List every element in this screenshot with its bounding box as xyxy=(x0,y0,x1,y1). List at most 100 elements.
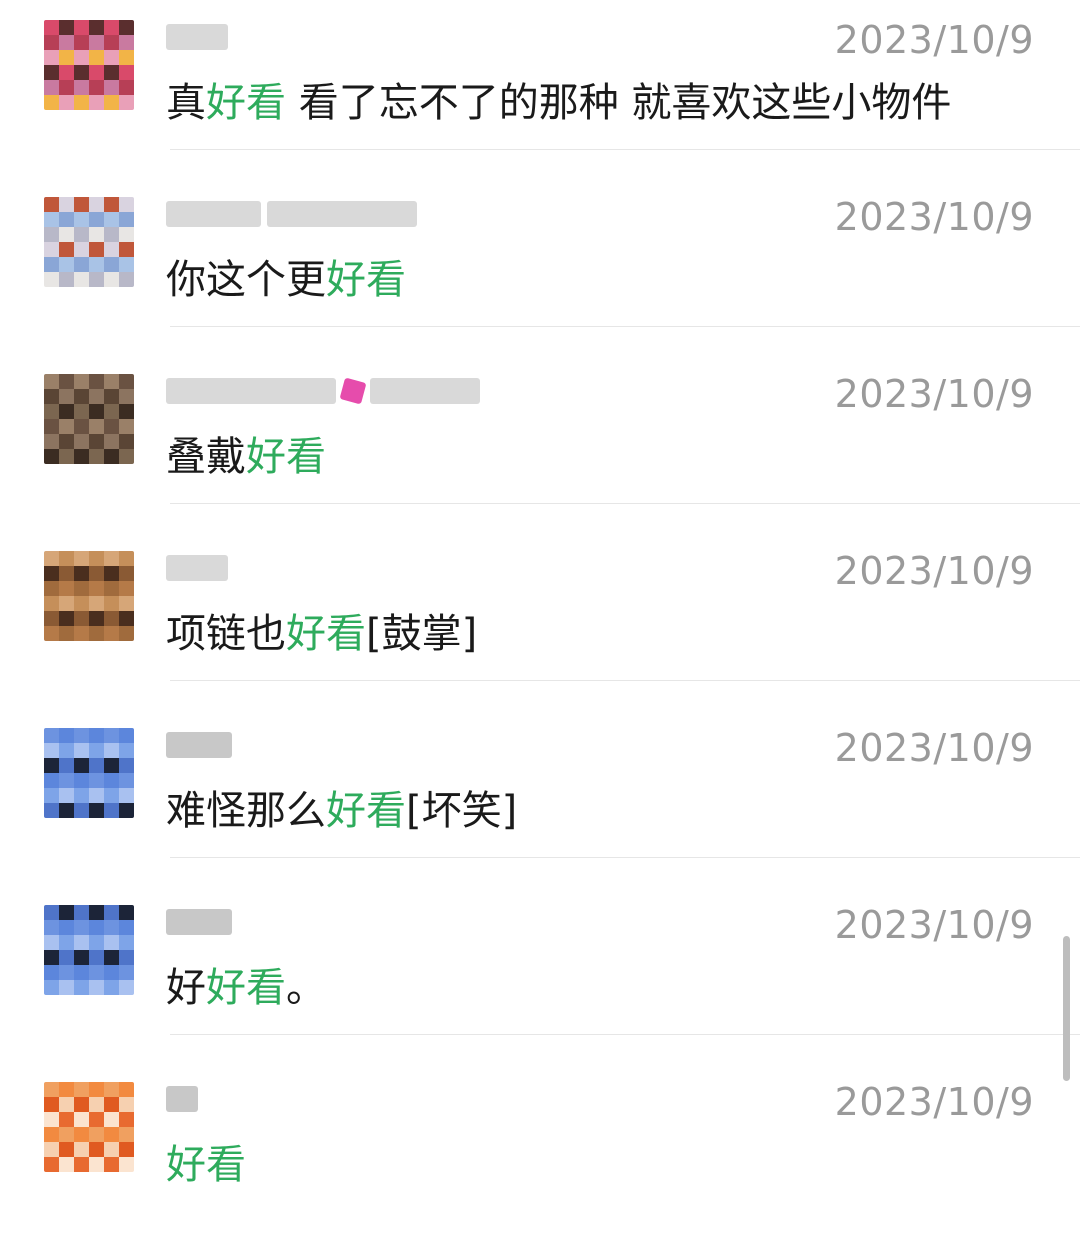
comment-text-segment: 真 xyxy=(166,80,206,126)
avatar-pixel xyxy=(59,65,74,80)
avatar-pixel xyxy=(104,80,119,95)
avatar-pixel xyxy=(104,65,119,80)
avatar-pixel xyxy=(74,1142,89,1157)
avatar-pixel xyxy=(74,905,89,920)
avatar-pixel xyxy=(59,803,74,818)
avatar-pixel xyxy=(44,743,59,758)
comment-text-segment: 项链也 xyxy=(166,611,286,657)
avatar-pixel xyxy=(74,566,89,581)
avatar-pixel xyxy=(89,95,104,110)
username-redaction xyxy=(166,1086,198,1112)
avatar-pixel xyxy=(44,227,59,242)
avatar-pixel xyxy=(44,197,59,212)
avatar-pixel xyxy=(74,197,89,212)
avatar-pixel xyxy=(119,596,134,611)
avatar-pixel xyxy=(74,728,89,743)
comment-row[interactable]: 2023/10/9 叠戴好看 xyxy=(0,354,1080,531)
username-redaction xyxy=(166,909,232,935)
avatar-pixel xyxy=(44,626,59,641)
avatar-pixel xyxy=(44,434,59,449)
avatar-pixel xyxy=(74,950,89,965)
comment-row[interactable]: 2023/10/9 真好看 看了忘不了的那种 就喜欢这些小物件 xyxy=(0,0,1080,177)
username-blurred[interactable] xyxy=(166,1084,198,1114)
user-avatar-icon[interactable] xyxy=(44,20,134,110)
user-avatar-icon[interactable] xyxy=(44,551,134,641)
highlighted-keyword: 好看 xyxy=(206,965,286,1011)
avatar-pixel xyxy=(89,566,104,581)
avatar-pixel xyxy=(74,272,89,287)
avatar-pixel xyxy=(74,611,89,626)
avatar-pixel xyxy=(104,920,119,935)
avatar-pixel xyxy=(89,434,104,449)
avatar-pixel xyxy=(119,212,134,227)
user-avatar-icon[interactable] xyxy=(44,728,134,818)
avatar-pixel xyxy=(119,80,134,95)
comment-date: 2023/10/9 xyxy=(834,549,1034,593)
avatar-pixel xyxy=(119,950,134,965)
avatar-pixel xyxy=(104,272,119,287)
comment-date: 2023/10/9 xyxy=(834,195,1034,239)
avatar-pixel xyxy=(59,935,74,950)
avatar-pixel xyxy=(119,920,134,935)
comment-date: 2023/10/9 xyxy=(834,1080,1034,1124)
avatar-pixel xyxy=(89,35,104,50)
username-blurred[interactable] xyxy=(166,199,417,229)
username-blurred[interactable] xyxy=(166,907,232,937)
avatar-pixel xyxy=(119,743,134,758)
avatar-pixel xyxy=(74,389,89,404)
avatar-pixel xyxy=(44,773,59,788)
avatar-pixel xyxy=(119,773,134,788)
avatar-pixel xyxy=(74,212,89,227)
avatar-pixel xyxy=(59,404,74,419)
avatar-pixel xyxy=(119,242,134,257)
avatar-pixel xyxy=(119,374,134,389)
avatar-pixel xyxy=(44,257,59,272)
avatar-pixel xyxy=(44,950,59,965)
comment-text: 叠戴好看 xyxy=(166,424,326,482)
avatar-pixel xyxy=(119,611,134,626)
avatar-pixel xyxy=(44,389,59,404)
username-blurred[interactable] xyxy=(166,22,228,52)
scrollbar[interactable] xyxy=(1063,936,1070,1081)
avatar-pixel xyxy=(59,242,74,257)
avatar-pixel xyxy=(89,980,104,995)
avatar-pixel xyxy=(89,1142,104,1157)
comment-row[interactable]: 2023/10/9 你这个更好看 xyxy=(0,177,1080,354)
avatar-pixel xyxy=(74,596,89,611)
user-avatar-icon[interactable] xyxy=(44,1082,134,1172)
user-avatar-icon[interactable] xyxy=(44,374,134,464)
username-blurred[interactable] xyxy=(166,553,228,583)
avatar-pixel xyxy=(59,95,74,110)
avatar-pixel xyxy=(59,950,74,965)
avatar-pixel xyxy=(119,272,134,287)
avatar-pixel xyxy=(119,935,134,950)
avatar-pixel xyxy=(104,905,119,920)
comment-row[interactable]: 2023/10/9 好好看。 xyxy=(0,885,1080,1062)
avatar-pixel xyxy=(119,965,134,980)
comment-row[interactable]: 2023/10/9 难怪那么好看[坏笑] xyxy=(0,708,1080,885)
avatar-pixel xyxy=(119,434,134,449)
avatar-pixel xyxy=(104,551,119,566)
comment-row[interactable]: 2023/10/9 好看 xyxy=(0,1062,1080,1239)
avatar-pixel xyxy=(119,905,134,920)
highlighted-keyword: 好看 xyxy=(326,788,406,834)
avatar-pixel xyxy=(119,404,134,419)
comment-row[interactable]: 2023/10/9 项链也好看[鼓掌] xyxy=(0,531,1080,708)
avatar-pixel xyxy=(44,272,59,287)
avatar-pixel xyxy=(74,1097,89,1112)
user-avatar-icon[interactable] xyxy=(44,197,134,287)
avatar-pixel xyxy=(44,1142,59,1157)
highlighted-keyword: 好看 xyxy=(246,434,326,480)
avatar-pixel xyxy=(44,611,59,626)
username-blurred[interactable] xyxy=(166,730,232,760)
username-blurred[interactable] xyxy=(166,376,480,406)
avatar-pixel xyxy=(104,626,119,641)
avatar-pixel xyxy=(44,935,59,950)
comment-text: 好看 xyxy=(166,1132,246,1190)
avatar-pixel xyxy=(44,1157,59,1172)
avatar-pixel xyxy=(104,596,119,611)
user-avatar-icon[interactable] xyxy=(44,905,134,995)
row-divider xyxy=(170,857,1080,858)
avatar-pixel xyxy=(74,803,89,818)
avatar-pixel xyxy=(104,728,119,743)
